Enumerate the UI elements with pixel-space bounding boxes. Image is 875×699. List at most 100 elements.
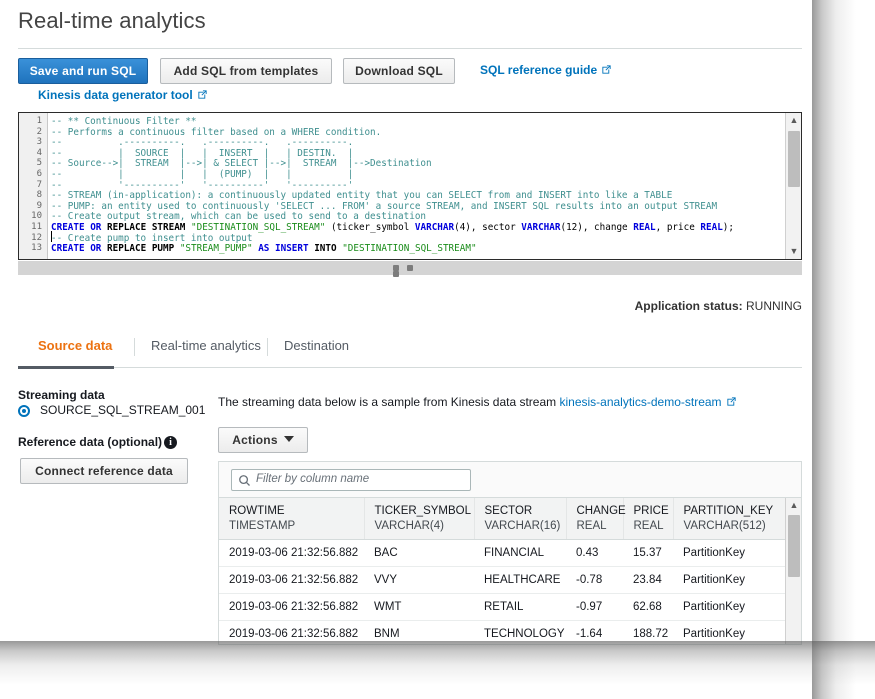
- editor-line-number: 1: [20, 116, 42, 126]
- column-header-change[interactable]: CHANGEREAL: [566, 498, 623, 540]
- sql-reference-guide-label: SQL reference guide: [480, 63, 597, 77]
- cell-ticker-symbol: WMT: [364, 594, 474, 621]
- editor-caret: [51, 231, 52, 242]
- editor-line: -- Create pump to insert into output: [51, 233, 253, 244]
- editor-line-number: 10: [20, 211, 42, 221]
- editor-line-number: 8: [20, 190, 42, 200]
- save-and-run-sql-button[interactable]: Save and run SQL: [18, 58, 148, 84]
- cell-rowtime: 2019-03-06 21:32:56.882: [219, 594, 364, 621]
- add-sql-from-templates-button[interactable]: Add SQL from templates: [160, 58, 332, 84]
- cell-rowtime: 2019-03-06 21:32:56.882: [219, 540, 364, 567]
- tab-source-data[interactable]: Source data: [38, 338, 112, 353]
- editor-vertical-scrollbar[interactable]: ▲ ▼: [785, 113, 801, 259]
- source-data-table: ROWTIMETIMESTAMP TICKER_SYMBOL VARCHAR(4)…: [219, 498, 801, 645]
- cell-price: 23.84: [623, 567, 673, 594]
- table-filter-bar: Filter by column name: [219, 462, 801, 498]
- column-type: TIMESTAMP: [229, 520, 364, 532]
- cell-ticker-symbol: BNM: [364, 621, 474, 646]
- editor-line: -- '----------' '----------' '----------…: [51, 180, 353, 191]
- tab-separator: [134, 338, 135, 356]
- table-header-row: ROWTIMETIMESTAMP TICKER_SYMBOL VARCHAR(4)…: [219, 498, 801, 540]
- editor-line-number: 6: [20, 169, 42, 179]
- column-header-rowtime[interactable]: ROWTIMETIMESTAMP: [219, 498, 364, 540]
- reference-data-label: Reference data (optional): [18, 435, 162, 449]
- editor-line-number: 5: [20, 158, 42, 168]
- cell-partition-key: PartitionKey: [673, 540, 791, 567]
- column-type: VARCHAR(16): [485, 520, 566, 532]
- table-row[interactable]: 2019-03-06 21:32:56.882 VVY HEALTHCARE -…: [219, 567, 801, 594]
- kinesis-data-generator-tool-link[interactable]: Kinesis data generator tool: [38, 88, 208, 102]
- editor-line: -- Source-->| STREAM |-->| & SELECT |-->…: [51, 158, 432, 169]
- cell-partition-key: PartitionKey: [673, 594, 791, 621]
- editor-line-number: 11: [20, 222, 42, 232]
- table-row[interactable]: 2019-03-06 21:32:56.882 BNM TECHNOLOGY -…: [219, 621, 801, 646]
- table-row[interactable]: 2019-03-06 21:32:56.882 WMT RETAIL -0.97…: [219, 594, 801, 621]
- connect-reference-data-button[interactable]: Connect reference data: [20, 458, 188, 484]
- editor-line-number-gutter: 12345678910111213: [19, 113, 48, 259]
- actions-button[interactable]: Actions: [218, 427, 308, 453]
- column-header-partition-key[interactable]: PARTITION_KEYVARCHAR(512): [673, 498, 791, 540]
- column-name: PRICE: [634, 505, 673, 517]
- column-type: REAL: [577, 520, 623, 532]
- column-name: SECTOR: [485, 505, 566, 517]
- chevron-down-icon[interactable]: ▼: [786, 244, 802, 259]
- cell-partition-key: PartitionKey: [673, 621, 791, 646]
- search-icon: [238, 474, 251, 487]
- cell-sector: FINANCIAL: [474, 540, 566, 567]
- tab-separator: [267, 338, 268, 356]
- kinesis-demo-stream-link[interactable]: kinesis-analytics-demo-stream: [559, 395, 721, 409]
- sql-reference-guide-link[interactable]: SQL reference guide: [480, 63, 612, 77]
- application-status-label: Application status:: [635, 299, 743, 313]
- editor-line: -- | SOURCE | | INSERT | | DESTIN. |: [51, 148, 353, 159]
- editor-resize-handle[interactable]: [18, 261, 802, 275]
- application-status-value: RUNNING: [746, 299, 802, 313]
- cell-price: 15.37: [623, 540, 673, 567]
- column-header-sector[interactable]: SECTOR VARCHAR(16): [474, 498, 566, 540]
- table-vertical-scrollbar[interactable]: ▲: [785, 498, 801, 645]
- chevron-up-icon[interactable]: ▲: [786, 498, 802, 513]
- streaming-data-label: Streaming data: [18, 388, 105, 402]
- cell-sector: TECHNOLOGY: [474, 621, 566, 646]
- cell-partition-key: PartitionKey: [673, 567, 791, 594]
- cell-change: -0.78: [566, 567, 623, 594]
- cell-change: 0.43: [566, 540, 623, 567]
- actions-button-label: Actions: [232, 433, 277, 447]
- editor-line-number: 12: [20, 233, 42, 243]
- editor-line-number: 3: [20, 137, 42, 147]
- editor-line: -- Performs a continuous filter based on…: [51, 127, 381, 138]
- table-row[interactable]: 2019-03-06 21:32:56.882 BAC FINANCIAL 0.…: [219, 540, 801, 567]
- active-tab-underline: [18, 366, 114, 369]
- tab-bar: Source data Real-time analytics Destinat…: [18, 338, 802, 366]
- column-name: TICKER_SYMBOL: [375, 505, 474, 517]
- resize-grip-dots: [393, 265, 427, 271]
- external-link-icon: [601, 64, 612, 75]
- editor-line: -- STREAM (in-application): a continuous…: [51, 190, 672, 201]
- tab-destination[interactable]: Destination: [284, 338, 349, 353]
- page-root: Real-time analytics Save and run SQL Add…: [0, 0, 820, 650]
- download-sql-button[interactable]: Download SQL: [343, 58, 455, 84]
- column-type: VARCHAR(512): [684, 520, 791, 532]
- tab-real-time-analytics[interactable]: Real-time analytics: [151, 338, 261, 353]
- cell-sector: HEALTHCARE: [474, 567, 566, 594]
- editor-scrollbar-thumb[interactable]: [788, 131, 800, 187]
- column-type: VARCHAR(4): [375, 520, 474, 532]
- column-header-price[interactable]: PRICEREAL: [623, 498, 673, 540]
- external-link-icon: [726, 396, 737, 407]
- editor-line-number: 4: [20, 148, 42, 158]
- editor-line: CREATE OR REPLACE PUMP "STREAM_PUMP" AS …: [51, 243, 477, 254]
- editor-line: -- ** Continuous Filter **: [51, 116, 197, 127]
- editor-line: -- Create output stream, which can be us…: [51, 211, 426, 222]
- editor-line: -- .----------. .----------. .----------…: [51, 137, 353, 148]
- chevron-up-icon[interactable]: ▲: [786, 113, 802, 128]
- editor-code-area[interactable]: -- ** Continuous Filter **-- Performs a …: [51, 113, 784, 259]
- column-header-ticker-symbol[interactable]: TICKER_SYMBOL VARCHAR(4): [364, 498, 474, 540]
- table-scrollbar-thumb[interactable]: [788, 515, 800, 577]
- editor-line-number: 2: [20, 127, 42, 137]
- application-status: Application status: RUNNING: [635, 299, 802, 313]
- sql-editor[interactable]: 12345678910111213 -- ** Continuous Filte…: [18, 112, 802, 260]
- info-icon[interactable]: i: [164, 436, 177, 449]
- cell-sector: RETAIL: [474, 594, 566, 621]
- editor-line-number: 7: [20, 180, 42, 190]
- filter-by-column-name-input[interactable]: Filter by column name: [231, 469, 471, 491]
- source-stream-radio[interactable]: [18, 405, 30, 417]
